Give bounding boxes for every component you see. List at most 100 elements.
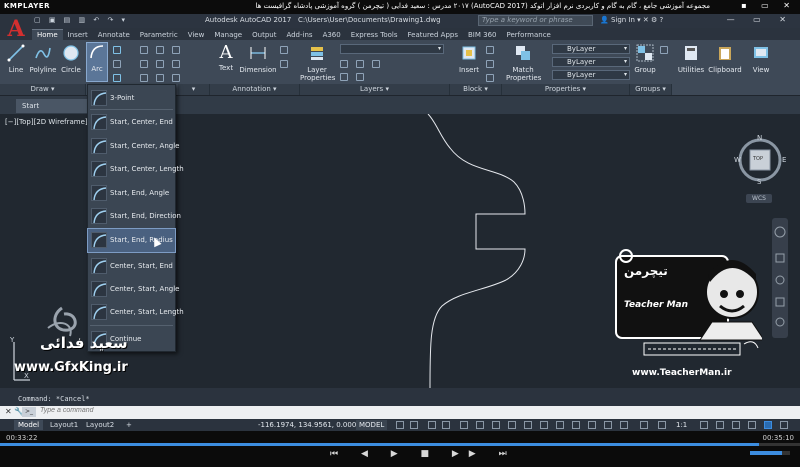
compass-south[interactable]: S	[757, 178, 761, 186]
cursor-coordinates[interactable]: -116.1974, 134.9561, 0.0000	[258, 421, 361, 429]
seek-bar[interactable]	[0, 443, 800, 446]
wcs-menu[interactable]: WCS	[746, 194, 772, 203]
arc-option-start-end-angle[interactable]: Start, End, Angle	[88, 182, 175, 205]
text-button[interactable]: A Text	[214, 44, 238, 73]
annotation-visibility-icon[interactable]	[620, 421, 628, 429]
gizmo-icon[interactable]	[604, 421, 612, 429]
layer-off-icon[interactable]	[340, 60, 348, 68]
polar-icon[interactable]	[442, 421, 450, 429]
annotation-monitor-icon[interactable]	[716, 421, 724, 429]
ellipse-icon[interactable]	[113, 74, 121, 82]
tab-express-tools[interactable]: Express Tools	[346, 30, 403, 40]
command-input[interactable]	[40, 407, 780, 414]
object-snap-tracking-icon[interactable]	[476, 421, 484, 429]
tab-annotate[interactable]: Annotate	[93, 30, 135, 40]
compass-north[interactable]: N	[757, 134, 762, 142]
tab-performance[interactable]: Performance	[501, 30, 555, 40]
edit-block-icon[interactable]	[486, 60, 494, 68]
modify-panel-title[interactable]: ▾	[178, 84, 210, 95]
snap-icon[interactable]	[410, 421, 418, 429]
draw-panel-title[interactable]: Draw ▾	[0, 84, 86, 95]
tab-add-ins[interactable]: Add-ins	[281, 30, 317, 40]
tab-parametric[interactable]: Parametric	[135, 30, 183, 40]
arc-option-start-end-radius[interactable]: Start, End, Radius	[87, 228, 176, 253]
selection-filter-icon[interactable]	[588, 421, 596, 429]
search-input[interactable]: Type a keyword or phrase	[478, 15, 593, 26]
layer-isolate-icon[interactable]	[356, 60, 364, 68]
layer-match-icon[interactable]	[356, 73, 364, 81]
view-cube[interactable]: N S E W TOP	[732, 134, 788, 194]
tab-manage[interactable]: Manage	[209, 30, 247, 40]
lineweight-icon[interactable]	[508, 421, 516, 429]
groups-panel-title[interactable]: Groups ▾	[630, 84, 672, 95]
workspace-icon[interactable]	[700, 421, 708, 429]
customization-icon[interactable]	[780, 421, 788, 429]
tab-a360[interactable]: A360	[318, 30, 346, 40]
tab-view[interactable]: View	[183, 30, 210, 40]
tab-bim-360[interactable]: BIM 360	[463, 30, 502, 40]
isodraft-icon[interactable]	[460, 421, 468, 429]
group-button[interactable]: Group	[633, 44, 657, 74]
mirror-icon[interactable]	[156, 60, 164, 68]
sign-in-button[interactable]: 👤 Sign In ▾ ✕ ⚙ ?	[600, 16, 663, 24]
transparency-icon[interactable]	[524, 421, 532, 429]
arc-option-3-point[interactable]: 3-Point	[88, 87, 175, 110]
ungroup-icon[interactable]	[660, 46, 668, 54]
match-properties-button[interactable]: Match Properties	[506, 44, 541, 82]
auto-scale-icon[interactable]	[640, 421, 648, 429]
cube-top-face[interactable]: TOP	[753, 156, 763, 162]
quick-access-toolbar[interactable]: ▢ ▣ ▤ ▥ ↶ ↷ ▾	[34, 16, 128, 24]
isolate-objects-icon[interactable]	[764, 421, 772, 429]
arc-option-start-end-direction[interactable]: Start, End, Direction	[88, 205, 181, 228]
lineweight-dropdown[interactable]: ByLayer ▾	[552, 57, 630, 67]
fillet-icon[interactable]	[172, 60, 180, 68]
edit-attributes-icon[interactable]	[486, 74, 494, 82]
layer-freeze-icon[interactable]	[372, 60, 380, 68]
compass-east[interactable]: E	[782, 156, 786, 164]
annotation-panel-title[interactable]: Annotation ▾	[210, 84, 300, 95]
dimension-button[interactable]: Dimension	[238, 44, 278, 74]
insert-block-button[interactable]: Insert	[456, 44, 482, 74]
layers-panel-title[interactable]: Layers ▾	[300, 84, 450, 95]
selection-cycling-icon[interactable]	[540, 421, 548, 429]
leader-icon[interactable]	[280, 46, 288, 54]
color-dropdown[interactable]: ByLayer ▾	[552, 44, 630, 54]
layer-lock-icon[interactable]	[340, 73, 348, 81]
player-window-controls[interactable]: ▪ ▭ ✕	[741, 1, 796, 10]
scale-icon[interactable]	[156, 74, 164, 82]
object-snap-icon[interactable]	[492, 421, 500, 429]
tab-home[interactable]: Home	[32, 29, 63, 40]
layer-properties-button[interactable]: Layer Properties	[300, 44, 335, 82]
quick-properties-icon[interactable]	[748, 421, 756, 429]
table-icon[interactable]	[280, 60, 288, 68]
compass-west[interactable]: W	[734, 156, 741, 164]
navigation-bar[interactable]	[772, 218, 788, 338]
polyline-button[interactable]: Polyline	[28, 44, 58, 74]
grid-icon[interactable]	[396, 421, 404, 429]
hatch-icon[interactable]	[113, 60, 121, 68]
start-tab[interactable]: Start	[16, 99, 88, 113]
annotation-scale[interactable]: 1:1	[676, 421, 687, 429]
circle-button[interactable]: Circle	[58, 44, 84, 74]
tab-output[interactable]: Output	[247, 30, 281, 40]
create-block-icon[interactable]	[486, 46, 494, 54]
annotation-scale-icon[interactable]	[658, 421, 666, 429]
stretch-icon[interactable]	[140, 74, 148, 82]
copy-icon[interactable]	[140, 60, 148, 68]
array-icon[interactable]	[172, 74, 180, 82]
trim-icon[interactable]	[172, 46, 180, 54]
move-icon[interactable]	[140, 46, 148, 54]
dynamic-ucs-icon[interactable]	[572, 421, 580, 429]
ortho-icon[interactable]	[428, 421, 436, 429]
playback-buttons[interactable]: ⏮ ◀ ▶ ■ ▶▶ ⏭	[330, 449, 517, 459]
arc-button[interactable]: Arc	[86, 42, 108, 82]
units-icon[interactable]	[732, 421, 740, 429]
arc-option-start-center-end[interactable]: Start, Center, End	[88, 111, 175, 134]
layer-dropdown[interactable]: ▾	[340, 44, 444, 54]
volume-slider[interactable]	[750, 451, 790, 455]
arc-option-start-center-angle[interactable]: Start, Center, Angle	[88, 135, 179, 158]
linetype-dropdown[interactable]: ByLayer ▾	[552, 70, 630, 80]
window-controls[interactable]: — ▭ ✕	[727, 15, 794, 24]
3d-osnap-icon[interactable]	[556, 421, 564, 429]
block-panel-title[interactable]: Block ▾	[450, 84, 502, 95]
